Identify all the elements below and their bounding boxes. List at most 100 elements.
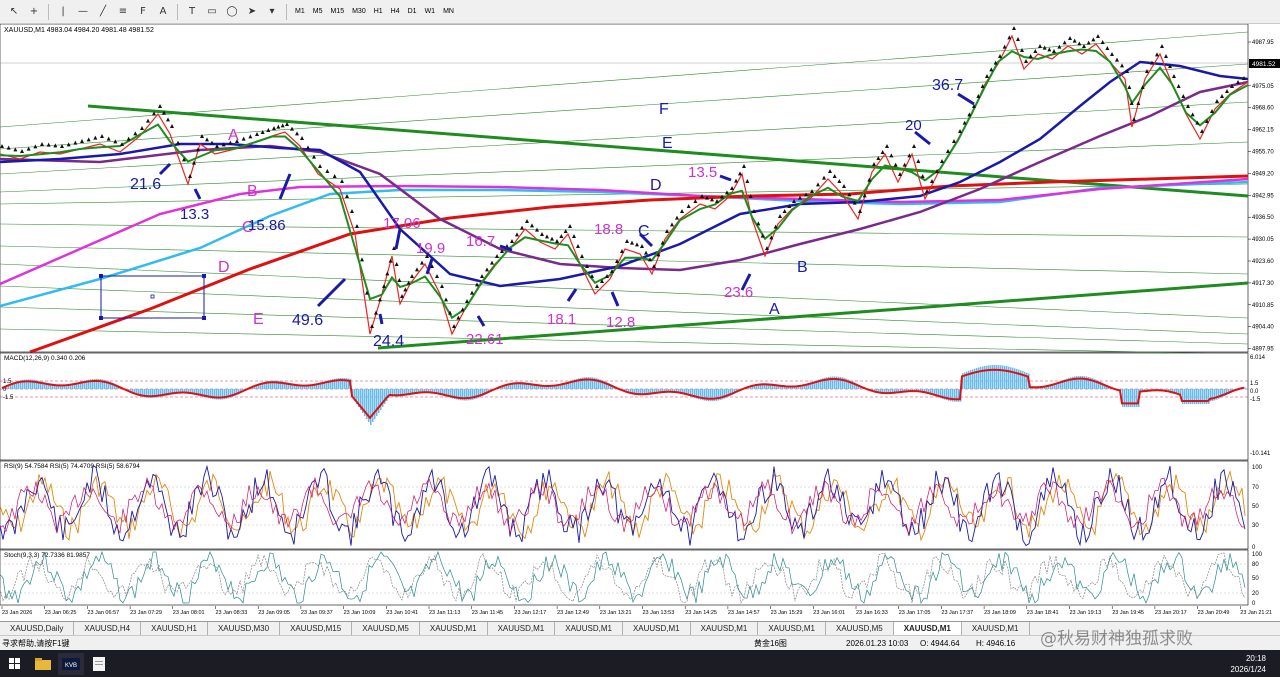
- price-tick: 4949.20: [1252, 171, 1274, 177]
- timeframe-m5[interactable]: M5: [309, 4, 327, 20]
- rsi-pane[interactable]: RSI(9) 54.7584 RSI(5) 74.4709 RSI(5) 58.…: [0, 460, 1263, 551]
- chart-annotation[interactable]: 22.61: [466, 331, 504, 348]
- price-tick: 4962.15: [1252, 128, 1274, 134]
- channel-icon[interactable]: ≡: [116, 5, 130, 19]
- chart-tab[interactable]: XAUUSD,M15: [280, 622, 353, 635]
- text-icon[interactable]: A: [156, 5, 170, 19]
- price-tick: 4968.60: [1252, 106, 1274, 112]
- chart-annotation[interactable]: 19.9: [416, 240, 445, 257]
- stoch-pane[interactable]: Stoch(9,3,3) 72.7336 81.9857 1008050200: [0, 549, 1263, 607]
- trendline-icon[interactable]: ╱: [96, 5, 110, 19]
- chart-tab[interactable]: XAUUSD,M30: [208, 622, 281, 635]
- crosshair-icon[interactable]: +: [27, 5, 41, 19]
- trading-app-icon[interactable]: KVB: [58, 652, 84, 675]
- chart-annotation[interactable]: 20: [905, 117, 922, 134]
- chart-annotation[interactable]: 12.8: [606, 314, 635, 331]
- timeframe-w1[interactable]: W1: [421, 4, 440, 20]
- chart-annotation[interactable]: 24.4: [373, 333, 404, 350]
- horizontal-line-icon[interactable]: —: [76, 5, 90, 19]
- toolbar-separator: [286, 3, 287, 20]
- macd-histogram-bar: [1244, 387, 1246, 389]
- timeframe-h1[interactable]: H1: [370, 4, 387, 20]
- timeframe-m1[interactable]: M1: [291, 4, 309, 20]
- timeframe-m30[interactable]: M30: [348, 4, 370, 20]
- chart-tab[interactable]: XAUUSD,M1: [488, 622, 556, 635]
- chart-annotation[interactable]: E: [662, 135, 673, 152]
- document-app-icon[interactable]: [86, 653, 112, 675]
- macd-header: MACD(12,26,9) 0.340 0.206: [4, 355, 86, 362]
- chart-tab[interactable]: XAUUSD,H1: [141, 622, 208, 635]
- chart-annotation[interactable]: 13.5: [688, 164, 717, 181]
- chart-annotation[interactable]: A: [228, 127, 239, 144]
- chart-tab[interactable]: XAUUSD,Daily: [0, 622, 75, 635]
- chart-annotation[interactable]: 17.06: [383, 215, 421, 232]
- price-tick: 4923.60: [1252, 259, 1274, 265]
- svg-text:KVB: KVB: [65, 663, 77, 669]
- chart-annotation[interactable]: 18.8: [594, 221, 623, 238]
- chart-tab[interactable]: XAUUSD,M1: [555, 622, 623, 635]
- chart-annotation[interactable]: D: [650, 177, 662, 194]
- time-tick: 23 Jan 12:49: [557, 610, 589, 616]
- chart-tab[interactable]: XAUUSD,M1: [893, 622, 962, 635]
- chart-tab[interactable]: XAUUSD,M5: [352, 622, 420, 635]
- timeframe-h4[interactable]: H4: [387, 4, 404, 20]
- chart-tab[interactable]: XAUUSD,M5: [826, 622, 894, 635]
- toolbar-separator: [177, 3, 178, 20]
- timeframe-m15[interactable]: M15: [326, 4, 348, 20]
- timeframe-d1[interactable]: D1: [404, 4, 421, 20]
- timeframe-mn[interactable]: MN: [439, 4, 458, 20]
- chart-annotation[interactable]: 13.3: [180, 206, 209, 223]
- chart-tab[interactable]: XAUUSD,H4: [74, 622, 142, 635]
- chart-annotation[interactable]: A: [769, 301, 780, 318]
- chart-annotation[interactable]: 18.1: [547, 311, 576, 328]
- chart-annotation[interactable]: 21.6: [130, 176, 161, 193]
- file-explorer-icon[interactable]: [30, 653, 56, 675]
- chart-area[interactable]: XAUUSD,M1 4983.04 4984.20 4981.48 4981.5…: [0, 23, 1280, 621]
- time-tick: 23 Jan 09:05: [258, 610, 290, 616]
- chart-tab[interactable]: XAUUSD,M1: [962, 622, 1030, 635]
- chart-annotation[interactable]: F: [659, 101, 669, 118]
- chart-annotation[interactable]: 16.7: [466, 233, 495, 250]
- price-tick: 4975.05: [1252, 84, 1274, 90]
- status-datetime: 2026.01.23 10:03: [846, 638, 909, 648]
- cursor-icon[interactable]: ↖: [7, 5, 21, 19]
- more-icon[interactable]: ▾: [265, 5, 279, 19]
- vertical-line-icon[interactable]: |: [56, 5, 70, 19]
- chart-annotation[interactable]: E: [253, 311, 264, 328]
- label-icon[interactable]: T: [185, 5, 199, 19]
- chart-annotation[interactable]: B: [797, 259, 808, 276]
- macd-histogram-bar: [998, 365, 1000, 389]
- macd-histogram-bar: [994, 365, 996, 389]
- macd-histogram-bar: [374, 389, 376, 419]
- chart-annotation[interactable]: D: [218, 259, 230, 276]
- stoch-axis-tick: 20: [1252, 591, 1259, 597]
- windows-start-icon[interactable]: [2, 653, 28, 675]
- rectangle-icon[interactable]: ▭: [205, 5, 219, 19]
- ellipse-icon[interactable]: ◯: [225, 5, 239, 19]
- arrow-icon[interactable]: ➤: [245, 5, 259, 19]
- chart-tab[interactable]: XAUUSD,M1: [758, 622, 826, 635]
- fibonacci-icon[interactable]: F: [136, 5, 150, 19]
- time-tick: 23 Jan 13:53: [643, 610, 675, 616]
- chart-tab[interactable]: XAUUSD,M1: [623, 622, 691, 635]
- chart-annotation[interactable]: 36.7: [932, 77, 963, 94]
- chart-annotation[interactable]: 15.86: [248, 217, 286, 234]
- rsi-axis-tick: 70: [1252, 485, 1259, 491]
- time-tick: 23 Jan 18:41: [1027, 610, 1059, 616]
- taskbar-clock[interactable]: 20:18 2026/1/24: [1230, 653, 1266, 675]
- arrow-object[interactable]: [378, 313, 384, 325]
- chart-tab[interactable]: XAUUSD,M1: [691, 622, 759, 635]
- chart-canvas[interactable]: XAUUSD,M1 4983.04 4984.20 4981.48 4981.5…: [0, 23, 1280, 621]
- time-tick: 23 Jan 15:29: [771, 610, 803, 616]
- toolbar: ↖ + | — ╱ ≡ F A T ▭ ◯ ➤ ▾ M1 M5 M15 M30 H1 H4 D1 W1 MN: [0, 0, 1280, 24]
- chart-annotation[interactable]: 23.6: [724, 284, 753, 301]
- chart-annotation[interactable]: B: [247, 183, 258, 200]
- chart-annotation[interactable]: 49.6: [292, 312, 323, 329]
- time-tick: 23 Jan 06:57: [87, 610, 119, 616]
- macd-pane[interactable]: MACD(12,26,9) 0.340 0.206 1.5 0 -1.5 6.0…: [0, 352, 1271, 461]
- time-tick: 23 Jan 18:09: [984, 610, 1016, 616]
- price-tick: 4897.95: [1252, 347, 1274, 353]
- chart-tab[interactable]: XAUUSD,M1: [420, 622, 488, 635]
- macd-level-lower: -1.5: [3, 395, 14, 401]
- macd-histogram-bar: [1012, 367, 1014, 389]
